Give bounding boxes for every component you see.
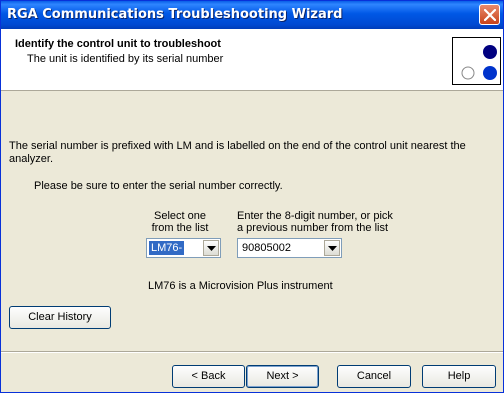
wizard-header: Identify the control unit to troubleshoo… [1,29,503,91]
select-label-line2: from the list [151,222,209,234]
serial-input-value[interactable]: 90805002 [240,241,293,255]
instrument-info-text: LM76 is a Microvision Plus instrument [148,280,333,292]
header-title: Identify the control unit to troubleshoo… [15,38,221,50]
serial-dropdown-button[interactable] [324,240,340,256]
close-icon [484,9,496,21]
wizard-logo [452,37,501,85]
select-label: Select one from the list [145,210,215,234]
wizard-window: RGA Communications Troubleshooting Wizar… [0,0,504,393]
header-subtitle: The unit is identified by its serial num… [27,53,224,65]
chevron-down-icon [207,246,216,251]
help-button[interactable]: Help [422,365,496,388]
back-button[interactable]: < Back [172,365,245,388]
title-bar[interactable]: RGA Communications Troubleshooting Wizar… [1,1,503,29]
wizard-body: The serial number is prefixed with LM an… [1,92,503,352]
cancel-button[interactable]: Cancel [337,365,411,388]
close-button[interactable] [479,4,500,25]
next-button[interactable]: Next > [246,365,319,388]
enter-label-line2: a previous number from the list [237,222,389,234]
prefix-select-value: LM76- [149,241,185,255]
prefix-dropdown-button[interactable] [203,240,219,256]
prefix-select[interactable]: LM76- [146,238,221,258]
reminder-text: Please be sure to enter the serial numbe… [34,180,283,192]
enter-label-line1: Enter the 8-digit number, or pick [237,210,393,222]
enter-label: Enter the 8-digit number, or pick a prev… [237,210,393,234]
footer-separator [1,351,503,353]
window-title: RGA Communications Troubleshooting Wizar… [7,7,343,22]
serial-combo[interactable]: 90805002 [237,238,342,258]
instruction-text: The serial number is prefixed with LM an… [9,140,466,165]
dots-logo-icon [461,45,497,80]
clear-history-button[interactable]: Clear History [9,306,111,329]
chevron-down-icon [328,246,337,251]
select-label-line1: Select one [154,210,206,222]
